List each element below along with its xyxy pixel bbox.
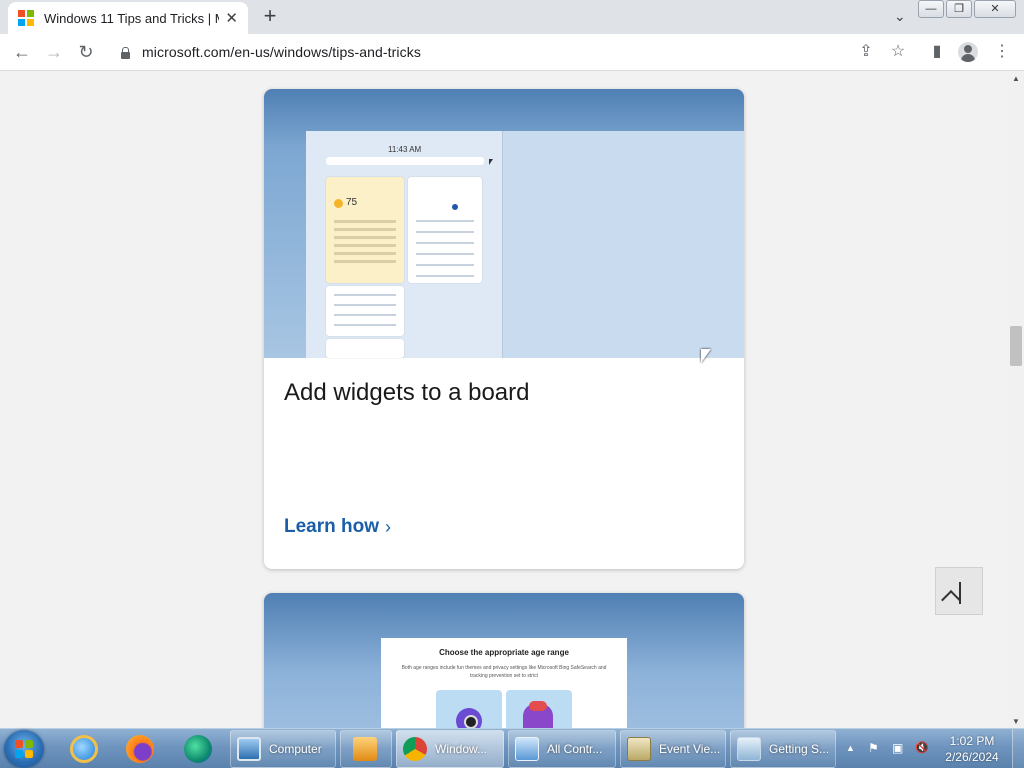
age-option-younger — [436, 690, 502, 728]
clock-date: 2/26/2024 — [945, 750, 999, 764]
forward-button[interactable]: → — [42, 40, 66, 64]
control-panel-icon — [515, 737, 539, 761]
family-safety-screenshot-image: Choose the appropriate age range Both ag… — [264, 593, 744, 728]
mouse-cursor-icon — [701, 349, 711, 363]
calendar-widget — [408, 177, 482, 283]
action-center-flag-icon[interactable]: ⚑ — [868, 741, 879, 755]
microsoft-logo-icon — [18, 10, 34, 26]
side-panel-icon[interactable]: ▮ — [926, 41, 948, 61]
age-option-older — [506, 690, 572, 728]
network-icon[interactable]: ▣ — [892, 741, 903, 755]
taskbar-chrome[interactable]: Window... — [396, 730, 504, 768]
browser-tab[interactable]: Windows 11 Tips and Tricks | Microsoft ✕ — [8, 2, 248, 34]
chrome-icon — [403, 737, 427, 761]
close-tab-icon[interactable]: ✕ — [225, 9, 238, 27]
edge-icon[interactable] — [172, 731, 224, 767]
dialog-title: Choose the appropriate age range — [439, 648, 569, 657]
getting-started-icon — [737, 737, 761, 761]
taskbar-media-player[interactable] — [340, 730, 392, 768]
forecast-rows — [326, 177, 404, 263]
widgets-time: 11:43 AM — [388, 145, 422, 154]
close-window-button[interactable]: ✕ — [974, 0, 1016, 18]
arrow-up-icon — [959, 582, 961, 604]
computer-icon — [237, 737, 261, 761]
more-menu-icon[interactable]: ⋮ — [991, 41, 1013, 61]
age-range-dialog: Choose the appropriate age range Both ag… — [381, 638, 627, 728]
learn-how-link[interactable]: Learn how › — [284, 516, 391, 538]
reload-button[interactable]: ↻ — [74, 40, 98, 64]
pointer-icon — [489, 159, 493, 165]
tab-title: Windows 11 Tips and Tricks | Microsoft — [44, 10, 219, 26]
scrollbar-thumb[interactable] — [1010, 326, 1022, 366]
tip-card: 11:43 AM 75 Add widgets to a board Learn… — [264, 89, 744, 569]
window-controls: — ❐ ✕ — [916, 0, 1016, 18]
today-marker — [452, 204, 458, 210]
clock-time: 1:02 PM — [949, 734, 995, 748]
profile-icon[interactable] — [958, 42, 978, 62]
windows-logo-icon — [15, 740, 33, 758]
show-desktop-button[interactable] — [1012, 729, 1024, 768]
restore-button[interactable]: ❐ — [946, 0, 972, 18]
taskbar-getting-started[interactable]: Getting S... — [730, 730, 836, 768]
stocks-widget — [326, 286, 404, 336]
todo-widget — [326, 339, 404, 358]
firefox-icon[interactable] — [114, 731, 166, 767]
taskbar-event-viewer[interactable]: Event Vie... — [620, 730, 726, 768]
internet-explorer-icon[interactable] — [58, 731, 110, 767]
taskbar-control-panel[interactable]: All Contr... — [508, 730, 616, 768]
tab-strip: Windows 11 Tips and Tricks | Microsoft ✕… — [0, 0, 1024, 34]
lock-icon[interactable] — [120, 46, 130, 59]
widgets-search-box — [326, 157, 484, 165]
media-player-icon — [353, 737, 377, 761]
scroll-down-icon[interactable]: ▼ — [1012, 717, 1020, 726]
taskbar: Computer Window... All Contr... Event Vi… — [0, 728, 1024, 768]
share-icon[interactable]: ⇪ — [855, 41, 877, 61]
chevron-right-icon[interactable]: › — [385, 517, 391, 538]
address-bar[interactable]: microsoft.com/en-us/windows/tips-and-tri… — [108, 37, 920, 67]
card-title: Add widgets to a board — [284, 379, 530, 406]
scroll-up-icon[interactable]: ▲ — [1012, 74, 1020, 83]
start-button[interactable] — [4, 730, 44, 768]
minimize-button[interactable]: — — [918, 0, 944, 18]
back-to-top-button[interactable] — [935, 567, 983, 615]
taskbar-clock[interactable]: 1:02 PM 2/26/2024 — [936, 733, 1008, 765]
browser-toolbar: ← → ↻ microsoft.com/en-us/windows/tips-a… — [0, 34, 1024, 71]
page-scrollbar[interactable]: ▲ ▼ — [1008, 72, 1024, 728]
tip-card: Choose the appropriate age range Both ag… — [264, 593, 744, 728]
dialog-subtitle: Both age ranges include fun themes and p… — [401, 665, 607, 679]
page-viewport: 11:43 AM 75 Add widgets to a board Learn… — [0, 72, 1008, 728]
volume-muted-icon[interactable]: 🔇 — [915, 741, 929, 754]
widgets-screenshot-image: 11:43 AM 75 — [264, 89, 744, 358]
tab-search-chevron-icon[interactable]: ⌄ — [894, 8, 906, 25]
url-text[interactable]: microsoft.com/en-us/windows/tips-and-tri… — [142, 44, 421, 60]
back-button[interactable]: ← — [10, 40, 34, 64]
learn-how-label[interactable]: Learn how — [284, 516, 379, 538]
weather-temperature: 75 — [346, 197, 358, 208]
bookmark-star-icon[interactable]: ☆ — [887, 41, 909, 61]
weather-widget: 75 — [326, 177, 404, 283]
event-viewer-icon — [627, 737, 651, 761]
show-hidden-icons-icon[interactable]: ▲ — [846, 743, 855, 753]
sun-icon — [334, 199, 343, 208]
taskbar-computer[interactable]: Computer — [230, 730, 336, 768]
new-tab-button[interactable]: + — [258, 4, 282, 28]
